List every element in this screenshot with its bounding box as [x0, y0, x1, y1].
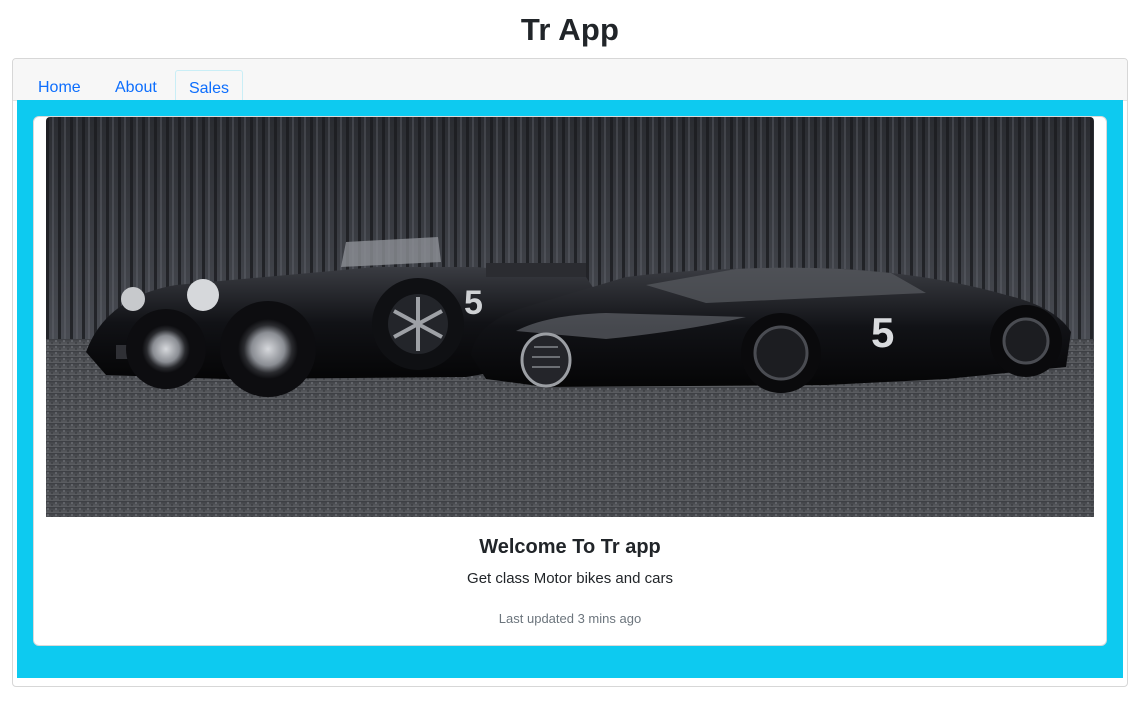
tab-about[interactable]: About	[115, 79, 157, 97]
card-title: Welcome To Tr app	[479, 536, 661, 558]
nav-tabs: Home About Sales	[13, 59, 1127, 108]
last-updated-text: Last updated 3 mins ago	[498, 611, 642, 626]
vintage-car-number: 5	[464, 284, 483, 322]
card-image-cars: 5 5	[46, 117, 1094, 517]
tabs-container: Home About Sales 5 5 Welcome To Tr app G…	[12, 58, 1128, 687]
hypercar-number: 5	[871, 309, 894, 356]
tab-home[interactable]: Home	[38, 79, 81, 97]
app-title: Tr App	[520, 12, 620, 47]
welcome-card: 5 5 Welcome To Tr app Get class Motor bi…	[33, 116, 1107, 646]
card-text: Get class Motor bikes and cars	[467, 570, 673, 587]
content-panel: 5 5 Welcome To Tr app Get class Motor bi…	[17, 100, 1123, 678]
